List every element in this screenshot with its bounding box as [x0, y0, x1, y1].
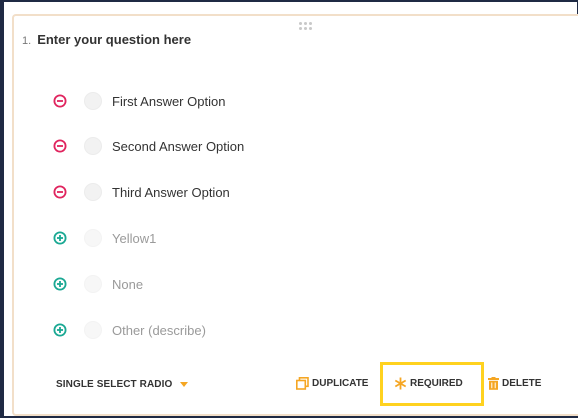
option-label[interactable]: None: [112, 277, 143, 292]
answer-option: Second Answer Option: [52, 132, 244, 160]
radio-button: [84, 321, 102, 339]
remove-circle-icon[interactable]: [52, 93, 68, 109]
question-type-label: SINGLE SELECT RADIO: [56, 379, 173, 390]
duplicate-button[interactable]: DUPLICATE: [296, 377, 368, 390]
suggested-option: Other (describe): [52, 316, 206, 344]
question-title[interactable]: Enter your question here: [37, 32, 191, 47]
option-label[interactable]: Third Answer Option: [112, 185, 230, 200]
radio-button[interactable]: [84, 92, 102, 110]
required-highlight-box: [380, 362, 484, 406]
option-label[interactable]: Other (describe): [112, 323, 206, 338]
question-type-dropdown[interactable]: SINGLE SELECT RADIO: [56, 379, 189, 390]
add-circle-icon[interactable]: [52, 322, 68, 338]
delete-label: DELETE: [502, 378, 542, 389]
question-card: [12, 14, 578, 416]
radio-button: [84, 229, 102, 247]
delete-button[interactable]: DELETE: [488, 377, 541, 390]
radio-button[interactable]: [84, 183, 102, 201]
trash-icon: [488, 377, 499, 390]
suggested-option: Yellow1: [52, 224, 156, 252]
remove-circle-icon[interactable]: [52, 138, 68, 154]
option-label[interactable]: First Answer Option: [112, 94, 225, 109]
suggested-option: None: [52, 270, 143, 298]
duplicate-label: DUPLICATE: [312, 378, 369, 389]
add-circle-icon[interactable]: [52, 276, 68, 292]
chevron-down-icon: [180, 382, 189, 387]
radio-button[interactable]: [84, 137, 102, 155]
duplicate-icon: [296, 377, 309, 390]
question-number: 1.: [22, 35, 32, 47]
question-header: 1. Enter your question here: [22, 32, 191, 47]
option-label[interactable]: Second Answer Option: [112, 139, 244, 154]
add-circle-icon[interactable]: [52, 230, 68, 246]
question-toolbar: SINGLE SELECT RADIO DUPLICATE REQUIRED D…: [42, 372, 562, 396]
option-label[interactable]: Yellow1: [112, 231, 156, 246]
remove-circle-icon[interactable]: [52, 184, 68, 200]
drag-handle-icon[interactable]: [299, 22, 317, 32]
answer-option: First Answer Option: [52, 87, 225, 115]
answer-option: Third Answer Option: [52, 178, 230, 206]
radio-button: [84, 275, 102, 293]
